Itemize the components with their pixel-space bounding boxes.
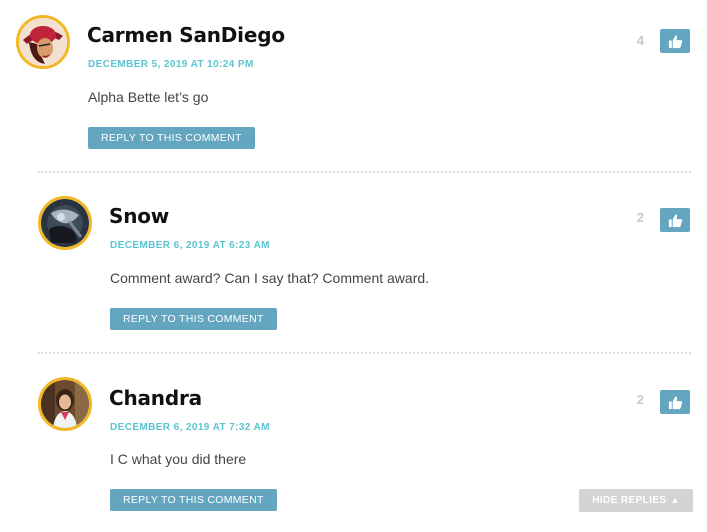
avatar[interactable] bbox=[16, 15, 70, 69]
comment-date[interactable]: DECEMBER 6, 2019 AT 7:32 AM bbox=[110, 422, 270, 433]
comment-author: Snow bbox=[109, 204, 170, 228]
comment-author: Chandra bbox=[109, 386, 202, 410]
comment-date[interactable]: DECEMBER 5, 2019 AT 10:24 PM bbox=[88, 59, 254, 70]
comment-author: Carmen SanDiego bbox=[87, 23, 285, 47]
reply-button[interactable]: REPLY TO THIS COMMENT bbox=[110, 489, 277, 511]
hide-replies-button[interactable]: HIDE REPLIES ▲ bbox=[579, 489, 693, 512]
comment-date[interactable]: DECEMBER 6, 2019 AT 6:23 AM bbox=[110, 240, 270, 251]
like-count: 2 bbox=[636, 392, 644, 407]
thumbs-up-icon bbox=[668, 213, 682, 227]
like-button[interactable] bbox=[660, 208, 690, 232]
comment-divider bbox=[38, 352, 691, 354]
comment-divider bbox=[38, 171, 691, 173]
like-button[interactable] bbox=[660, 390, 690, 414]
hide-replies-label: HIDE REPLIES bbox=[592, 495, 667, 506]
avatar[interactable] bbox=[38, 377, 92, 431]
avatar[interactable] bbox=[38, 196, 92, 250]
like-button[interactable] bbox=[660, 29, 690, 53]
thumbs-up-icon bbox=[668, 34, 682, 48]
reply-button[interactable]: REPLY TO THIS COMMENT bbox=[110, 308, 277, 330]
comment-text: Alpha Bette let’s go bbox=[88, 89, 209, 105]
avatar-snow-image bbox=[41, 199, 89, 247]
avatar-chandra-image bbox=[41, 380, 89, 428]
like-count: 2 bbox=[636, 210, 644, 225]
avatar-carmen-image bbox=[19, 18, 67, 66]
comment-text: I C what you did there bbox=[110, 451, 247, 467]
triangle-up-icon: ▲ bbox=[670, 495, 680, 505]
reply-button[interactable]: REPLY TO THIS COMMENT bbox=[88, 127, 255, 149]
thumbs-up-icon bbox=[668, 395, 682, 409]
comment-text: Comment award? Can I say that? Comment a… bbox=[110, 270, 430, 286]
like-count: 4 bbox=[636, 33, 644, 48]
